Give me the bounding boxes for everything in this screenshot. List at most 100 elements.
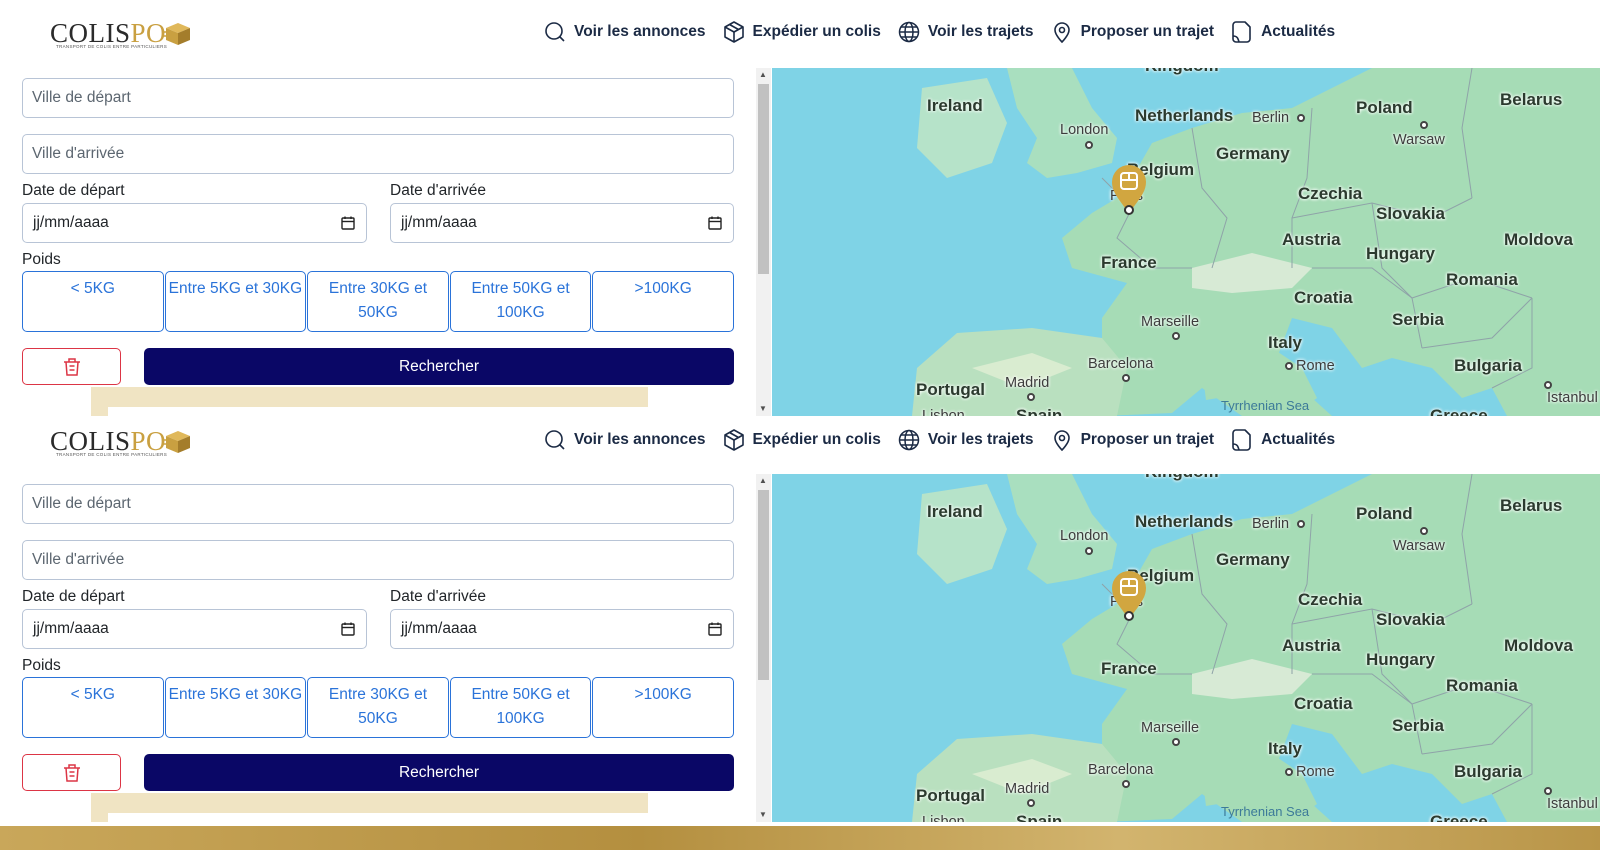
map-city-dot — [1297, 114, 1305, 122]
arrival-date-label: Date d'arrivée — [390, 182, 487, 199]
nav-voir-trajets[interactable]: Voir les trajets — [897, 20, 1034, 44]
map-city-dot — [1122, 780, 1130, 788]
map-label-slovakia: Slovakia — [1376, 610, 1445, 629]
map-label-serbia: Serbia — [1392, 310, 1444, 329]
form-scrollbar[interactable]: ▲ ▼ — [756, 474, 771, 822]
nav-actualites[interactable]: Actualités — [1230, 20, 1335, 44]
map-label-belarus: Belarus — [1500, 90, 1563, 109]
departure-city-input[interactable] — [22, 78, 734, 118]
weight-options: < 5KG Entre 5KG et 30KG Entre 30KG et 50… — [22, 677, 734, 738]
map-city-istanbul: Istanbul — [1547, 796, 1598, 812]
form-scrollbar[interactable]: ▲ ▼ — [756, 68, 771, 416]
scroll-up-arrow-icon[interactable]: ▲ — [759, 71, 767, 79]
map-city-dot — [1085, 141, 1093, 149]
map-label-france: France — [1101, 659, 1157, 678]
map-label-slovakia: Slovakia — [1376, 204, 1445, 223]
map-city-barcelona: Barcelona — [1088, 762, 1154, 778]
map-label-poland: Poland — [1356, 98, 1413, 117]
weight-option-50-100kg[interactable]: Entre 50KG et 100KG — [449, 271, 592, 332]
map-city-madrid: Madrid — [1005, 781, 1050, 797]
weight-option-30-50kg[interactable]: Entre 30KG et 50KG — [307, 271, 449, 332]
arrival-date-input[interactable]: jj/mm/aaaa — [390, 203, 734, 243]
map-city-dot — [1544, 381, 1552, 389]
calendar-icon — [341, 216, 355, 230]
page-frame-bottom: COLISPO TRANSPORT DE COLIS ENTRE PARTICU… — [0, 416, 1600, 832]
weight-option-30-50kg[interactable]: Entre 30KG et 50KG — [307, 677, 449, 738]
footer-strip — [0, 826, 1600, 850]
scroll-thumb[interactable] — [758, 490, 769, 680]
nav-voir-annonces[interactable]: Voir les annonces — [543, 20, 706, 44]
weight-option-5-30kg[interactable]: Entre 5KG et 30KG — [164, 677, 307, 738]
nav-expedier-colis[interactable]: Expédier un colis — [722, 20, 881, 44]
map-city-warsaw: Warsaw — [1393, 132, 1445, 148]
map-city-dot — [1085, 547, 1093, 555]
map-view[interactable]: Kingdom Ireland Netherlands Poland Belar… — [772, 474, 1600, 822]
calendar-icon — [708, 622, 722, 636]
search-button[interactable]: Rechercher — [144, 348, 734, 385]
map-city-barcelona: Barcelona — [1088, 356, 1154, 372]
map-city-dot — [1122, 374, 1130, 382]
map-city-dot — [1172, 738, 1180, 746]
package-logo-icon — [162, 23, 190, 45]
map-city-marseille: Marseille — [1141, 720, 1200, 736]
map-city-marseille: Marseille — [1141, 314, 1200, 330]
map-city-dot — [1544, 787, 1552, 795]
reset-button[interactable] — [22, 754, 121, 791]
scroll-up-arrow-icon[interactable]: ▲ — [759, 477, 767, 485]
departure-date-label: Date de départ — [22, 182, 125, 199]
map-label-kingdom: Kingdom — [1145, 68, 1219, 76]
map-label-spain: Spain — [1016, 406, 1063, 416]
scroll-down-arrow-icon[interactable]: ▼ — [759, 811, 767, 819]
weight-option-under-5kg[interactable]: < 5KG — [22, 677, 164, 738]
reset-button[interactable] — [22, 348, 121, 385]
arrival-date-input[interactable]: jj/mm/aaaa — [390, 609, 734, 649]
nav-proposer-trajet[interactable]: Proposer un trajet — [1050, 428, 1214, 452]
map-label-ireland: Ireland — [927, 96, 983, 115]
nav-expedier-colis[interactable]: Expédier un colis — [722, 428, 881, 452]
calendar-icon — [708, 216, 722, 230]
departure-city-input[interactable] — [22, 484, 734, 524]
nav-voir-trajets[interactable]: Voir les trajets — [897, 428, 1034, 452]
map-city-rome: Rome — [1296, 764, 1335, 780]
package-marker-icon[interactable] — [1110, 570, 1148, 622]
weight-option-under-5kg[interactable]: < 5KG — [22, 271, 164, 332]
nav-voir-annonces[interactable]: Voir les annonces — [543, 428, 706, 452]
map-label-germany: Germany — [1216, 144, 1290, 163]
map-label-moldova: Moldova — [1504, 636, 1573, 655]
arrival-date-label: Date d'arrivée — [390, 588, 487, 605]
logo[interactable]: COLISPO TRANSPORT DE COLIS ENTRE PARTICU… — [50, 424, 200, 460]
scroll-thumb[interactable] — [758, 84, 769, 274]
weight-option-over-100kg[interactable]: >100KG — [592, 271, 734, 332]
nav-actualites[interactable]: Actualités — [1230, 428, 1335, 452]
departure-date-input[interactable]: jj/mm/aaaa — [22, 609, 367, 649]
map-city-dot — [1027, 799, 1035, 807]
document-icon — [1232, 429, 1251, 451]
weight-option-over-100kg[interactable]: >100KG — [592, 677, 734, 738]
arrival-city-input[interactable] — [22, 134, 734, 174]
logo-tagline: TRANSPORT DE COLIS ENTRE PARTICULIERS — [56, 452, 168, 457]
map-label-poland: Poland — [1356, 504, 1413, 523]
weight-option-50-100kg[interactable]: Entre 50KG et 100KG — [449, 677, 592, 738]
package-marker-icon[interactable] — [1110, 164, 1148, 216]
weight-label: Poids — [22, 251, 61, 268]
nav-proposer-trajet[interactable]: Proposer un trajet — [1050, 20, 1214, 44]
map-view[interactable]: Kingdom Ireland Netherlands Poland Belar… — [772, 68, 1600, 416]
weight-option-5-30kg[interactable]: Entre 5KG et 30KG — [164, 271, 307, 332]
map-label-kingdom: Kingdom — [1145, 474, 1219, 482]
logo-tagline: TRANSPORT DE COLIS ENTRE PARTICULIERS — [56, 44, 168, 49]
map-label-netherlands: Netherlands — [1135, 106, 1234, 125]
map-label-italy: Italy — [1268, 333, 1303, 352]
scroll-down-arrow-icon[interactable]: ▼ — [759, 405, 767, 413]
map-sea-tyrrhenian: Tyrrhenian Sea — [1221, 398, 1310, 413]
map-city-dot — [1285, 768, 1293, 776]
result-card-body — [108, 407, 648, 416]
arrival-city-input[interactable] — [22, 540, 734, 580]
search-form: Date de départ Date d'arrivée jj/mm/aaaa… — [0, 68, 756, 416]
logo[interactable]: COLISPO TRANSPORT DE COLIS ENTRE PARTICU… — [50, 16, 200, 52]
departure-date-input[interactable]: jj/mm/aaaa — [22, 203, 367, 243]
map-pin-icon — [1053, 22, 1070, 44]
map-city-warsaw: Warsaw — [1393, 538, 1445, 554]
search-button[interactable]: Rechercher — [144, 754, 734, 791]
site-header: COLISPO TRANSPORT DE COLIS ENTRE PARTICU… — [0, 0, 1600, 68]
map-label-netherlands: Netherlands — [1135, 512, 1234, 531]
